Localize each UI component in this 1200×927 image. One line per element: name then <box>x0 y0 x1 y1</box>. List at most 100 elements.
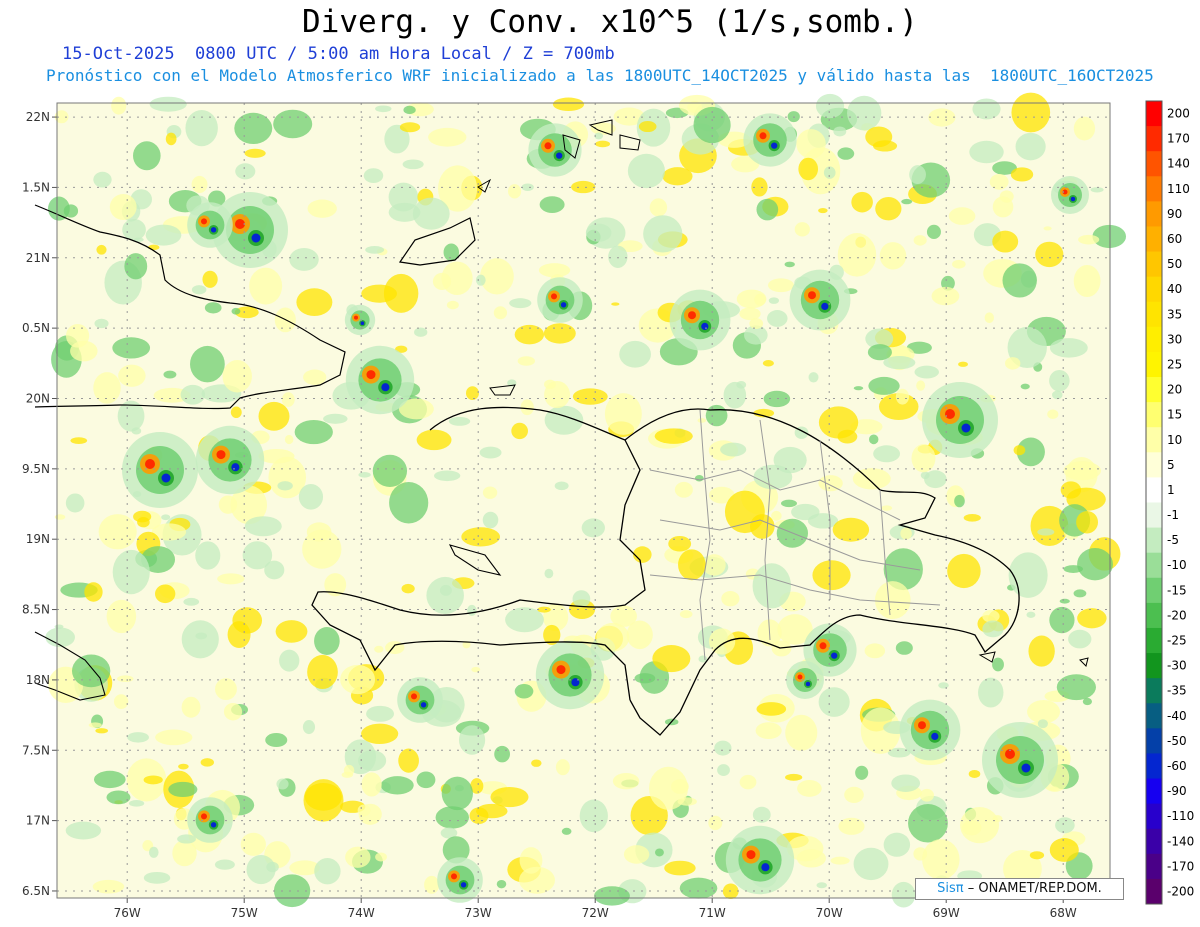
field-blob <box>275 620 308 643</box>
field-blob <box>963 513 981 522</box>
field-blob <box>191 285 207 295</box>
field-blob <box>1059 598 1070 604</box>
field-blob <box>514 683 534 699</box>
field-blob <box>380 776 414 795</box>
field-blob <box>155 729 193 746</box>
div-core <box>945 409 955 419</box>
field-blob <box>755 722 782 740</box>
field-blob <box>1005 357 1021 370</box>
colorbar-label: -10 <box>1167 558 1187 572</box>
field-blob <box>273 109 313 139</box>
field-blob <box>191 175 208 194</box>
lon-tick-label: 69W <box>933 906 960 920</box>
field-blob <box>113 694 129 710</box>
field-blob <box>784 261 795 268</box>
field-blob <box>65 821 102 840</box>
field-blob <box>374 645 384 653</box>
field-blob <box>127 732 149 743</box>
field-blob <box>1078 234 1100 245</box>
field-blob <box>864 643 886 659</box>
subtitle-valid-time: 15-Oct-2025 0800 UTC / 5:00 am Hora Loca… <box>62 44 615 64</box>
div-core <box>411 693 417 700</box>
lon-tick-label: 72W <box>582 906 609 920</box>
colorbar-label: -170 <box>1167 859 1194 873</box>
field-blob <box>865 126 893 148</box>
colorbar-swatch <box>1146 577 1162 604</box>
field-blob <box>543 323 576 344</box>
colorbar-label: -40 <box>1167 709 1187 723</box>
field-blob <box>277 481 293 491</box>
field-blob <box>304 782 342 811</box>
field-blob <box>361 723 399 744</box>
field-blob <box>697 418 707 423</box>
lon-tick-label: 70W <box>816 906 843 920</box>
chart-title: Diverg. y Conv. x10^5 (1/s,somb.) <box>302 4 918 40</box>
field-blob <box>1077 548 1113 581</box>
div-core <box>918 721 926 730</box>
field-blob <box>767 310 788 327</box>
field-blob <box>723 381 747 409</box>
colorbar-label: 25 <box>1167 357 1182 371</box>
field-blob <box>708 815 723 831</box>
field-blob <box>655 848 664 857</box>
field-blob <box>432 272 452 291</box>
field-blob <box>1020 383 1030 390</box>
field-blob <box>544 381 571 409</box>
colorbar-label: 170 <box>1167 132 1190 146</box>
field-blob <box>303 369 327 385</box>
field-blob <box>883 356 916 370</box>
colorbar-swatch <box>1146 703 1162 729</box>
field-blob <box>461 527 501 547</box>
field-blob <box>109 193 137 221</box>
longitude-labels: 76W 75W 74W 73W 72W 71W 70W 69W 68W <box>114 906 1077 920</box>
field-blob <box>1013 445 1026 456</box>
field-blob <box>581 518 605 538</box>
field-blob <box>627 153 665 189</box>
field-blob <box>947 553 981 589</box>
field-blob <box>812 560 851 591</box>
colorbar-label: 200 <box>1167 107 1190 121</box>
field-blob <box>1049 606 1075 634</box>
conv-core <box>571 678 580 687</box>
colorbar-label: 50 <box>1167 257 1182 271</box>
colorbar-label: -35 <box>1167 684 1187 698</box>
field-blob <box>1056 674 1096 701</box>
field-blob <box>677 797 697 806</box>
field-blob <box>875 197 902 221</box>
field-blob <box>482 486 498 499</box>
colorbar-swatch <box>1146 778 1162 805</box>
field-blob <box>148 244 160 251</box>
div-core <box>551 293 557 300</box>
field-blob <box>98 514 137 550</box>
field-blob <box>448 416 471 426</box>
field-blob <box>465 386 479 400</box>
field-blob <box>202 270 218 288</box>
field-blob <box>891 881 916 908</box>
field-blob <box>901 198 913 205</box>
colorbar-swatch <box>1146 377 1162 403</box>
field-blob <box>222 360 252 393</box>
field-blob <box>652 645 691 673</box>
field-blob <box>634 673 656 684</box>
field-blob <box>664 860 696 876</box>
field-blob <box>133 510 152 523</box>
field-blob <box>969 140 1004 164</box>
colorbar-swatch <box>1146 527 1162 554</box>
field-blob <box>95 728 109 734</box>
field-blob <box>471 666 481 673</box>
field-blob <box>416 771 436 789</box>
colorbar-swatch <box>1146 126 1162 152</box>
field-blob <box>511 422 528 440</box>
field-blob <box>496 879 507 889</box>
field-blob <box>399 122 421 133</box>
field-blob <box>654 428 693 444</box>
field-blob <box>1035 241 1064 268</box>
credit-box: Sisπ – ONAMET/REP.DOM. <box>915 878 1124 900</box>
field-blob <box>195 632 208 640</box>
field-blob <box>612 772 640 790</box>
lat-tick-label: 17N <box>26 814 50 828</box>
field-blob <box>572 590 591 608</box>
field-blob <box>749 318 764 329</box>
field-blob <box>235 163 256 180</box>
field-blob <box>913 235 927 246</box>
